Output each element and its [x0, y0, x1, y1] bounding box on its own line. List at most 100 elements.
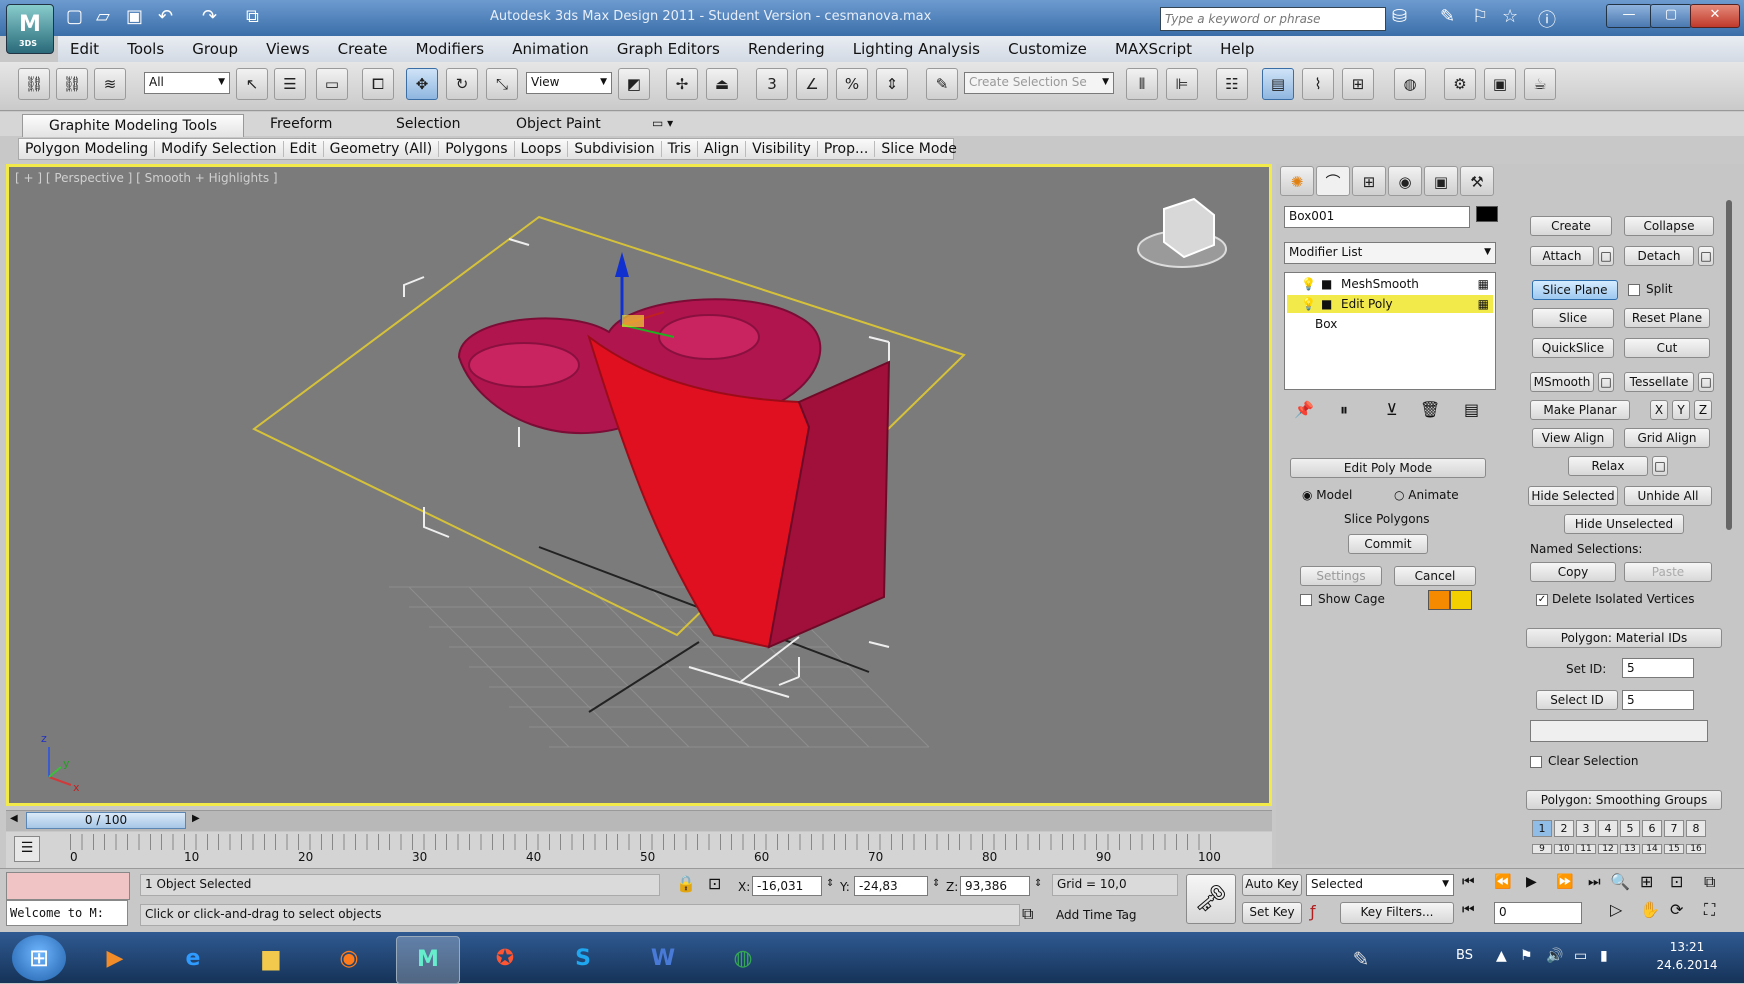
- media-player-icon[interactable]: ▶: [84, 936, 146, 982]
- smoothing-group-8[interactable]: 8: [1686, 820, 1706, 837]
- x-coord-input[interactable]: -16,031: [752, 876, 822, 896]
- skype-icon[interactable]: S: [552, 936, 614, 982]
- motion-tab-icon[interactable]: ◉: [1388, 166, 1422, 196]
- utilities-tab-icon[interactable]: ⚒: [1460, 166, 1494, 196]
- file-explorer-icon[interactable]: ▆: [240, 936, 302, 982]
- undo-icon[interactable]: ↶: [158, 6, 173, 27]
- field-of-view-icon[interactable]: ▷: [1610, 900, 1622, 919]
- track-bar-toggle-icon[interactable]: ☰: [14, 836, 40, 862]
- internet-explorer-icon[interactable]: e: [162, 936, 224, 982]
- create-button[interactable]: Create: [1530, 216, 1612, 236]
- ribbon-tab-freeform[interactable]: Freeform: [270, 116, 332, 132]
- auto-key-button[interactable]: Auto Key: [1242, 874, 1302, 896]
- zoom-icon[interactable]: 🔍: [1610, 872, 1630, 891]
- spinner-snap-icon[interactable]: ⇕: [876, 68, 908, 100]
- lightbulb-icon[interactable]: 💡: [1301, 275, 1316, 293]
- settings-button[interactable]: Settings: [1300, 566, 1382, 586]
- maximize-button[interactable]: ▢: [1650, 4, 1692, 28]
- maxscript-listener-output[interactable]: Welcome to M:: [6, 900, 128, 926]
- panel-loops[interactable]: Loops: [514, 141, 569, 157]
- render-setup-icon[interactable]: ⚙: [1444, 68, 1476, 100]
- lightbulb-icon[interactable]: 💡: [1301, 295, 1316, 313]
- smoothing-group-5[interactable]: 5: [1620, 820, 1640, 837]
- detach-settings-button[interactable]: □: [1698, 246, 1714, 266]
- menu-help[interactable]: Help: [1208, 36, 1266, 62]
- tablet-input-icon[interactable]: ✎: [1330, 936, 1392, 982]
- menu-group[interactable]: Group: [180, 36, 250, 62]
- relax-button[interactable]: Relax: [1568, 456, 1648, 476]
- communication-icon[interactable]: ✎: [1440, 6, 1455, 27]
- smoothing-group-7[interactable]: 7: [1664, 820, 1684, 837]
- menu-animation[interactable]: Animation: [500, 36, 600, 62]
- panel-properties[interactable]: Prop...: [817, 141, 876, 157]
- set-id-input[interactable]: 5: [1622, 658, 1694, 678]
- current-frame-input[interactable]: 0: [1494, 902, 1582, 924]
- smoothing-group-13[interactable]: 13: [1620, 844, 1640, 854]
- display-tab-icon[interactable]: ▣: [1424, 166, 1458, 196]
- bind-space-warp-icon[interactable]: ≋: [94, 68, 126, 100]
- subscription-icon[interactable]: ⚐: [1472, 6, 1488, 27]
- orbit-icon[interactable]: ⟳: [1670, 900, 1683, 919]
- favorites-star-icon[interactable]: ☆: [1502, 6, 1518, 27]
- slice-button[interactable]: Slice: [1532, 308, 1614, 328]
- edit-poly-mode-rollout[interactable]: Edit Poly Mode: [1290, 458, 1486, 478]
- menu-modifiers[interactable]: Modifiers: [404, 36, 496, 62]
- smoothing-group-14[interactable]: 14: [1642, 844, 1662, 854]
- app-taskbar-icon[interactable]: ✪: [474, 936, 536, 982]
- set-key-mode-button[interactable]: 🗝: [1186, 874, 1236, 924]
- configure-sets-icon[interactable]: ▤: [1464, 400, 1479, 419]
- msmooth-settings-button[interactable]: □: [1598, 372, 1614, 392]
- pin-stack-icon[interactable]: 📌: [1294, 400, 1314, 419]
- hierarchy-tab-icon[interactable]: ⊞: [1352, 166, 1386, 196]
- hide-selected-button[interactable]: Hide Selected: [1528, 486, 1618, 506]
- panel-polygon-modeling[interactable]: Polygon Modeling: [19, 141, 156, 157]
- rectangle-selection-icon[interactable]: ▭: [316, 68, 348, 100]
- menu-tools[interactable]: Tools: [115, 36, 176, 62]
- viewport-perspective[interactable]: [ + ] [ Perspective ] [ Smooth + Highlig…: [6, 164, 1272, 806]
- language-indicator[interactable]: BS: [1456, 948, 1473, 963]
- angle-snap-icon[interactable]: ∠: [796, 68, 828, 100]
- show-cage-checkbox[interactable]: [1300, 594, 1312, 606]
- go-to-start-icon[interactable]: ⏮: [1462, 874, 1475, 890]
- start-button[interactable]: ⊞: [12, 935, 66, 981]
- tessellate-button[interactable]: Tessellate: [1624, 372, 1694, 392]
- align-icon[interactable]: ⊫: [1166, 68, 1198, 100]
- panel-subdivision[interactable]: Subdivision: [568, 141, 662, 157]
- curve-editor-icon[interactable]: ⌇: [1302, 68, 1334, 100]
- new-file-icon[interactable]: ▢: [66, 6, 83, 27]
- next-frame-icon[interactable]: ⏩: [1556, 874, 1573, 890]
- select-and-scale-icon[interactable]: ⤡: [486, 68, 518, 100]
- pan-icon[interactable]: ✋: [1640, 900, 1660, 919]
- selection-lock-icon[interactable]: 🔒: [676, 874, 696, 893]
- menu-customize[interactable]: Customize: [996, 36, 1099, 62]
- key-mode-toggle-icon[interactable]: ⏮: [1462, 902, 1475, 918]
- snaps-toggle-icon[interactable]: 3: [756, 68, 788, 100]
- planar-y-button[interactable]: Y: [1672, 400, 1690, 420]
- cut-button[interactable]: Cut: [1624, 338, 1710, 358]
- smoothing-group-4[interactable]: 4: [1598, 820, 1618, 837]
- cancel-button[interactable]: Cancel: [1394, 566, 1476, 586]
- collapse-button[interactable]: Collapse: [1624, 216, 1714, 236]
- stack-toggle-icon[interactable]: ■: [1321, 295, 1332, 313]
- panel-tris[interactable]: Tris: [661, 141, 699, 157]
- paste-button[interactable]: Paste: [1624, 562, 1712, 582]
- add-time-tag-label[interactable]: Add Time Tag: [1056, 908, 1137, 922]
- panel-visibility[interactable]: Visibility: [746, 141, 818, 157]
- detach-button[interactable]: Detach: [1624, 246, 1694, 266]
- smoothing-group-1[interactable]: 1: [1532, 820, 1552, 837]
- smoothing-group-15[interactable]: 15: [1664, 844, 1684, 854]
- smoothing-groups-rollout[interactable]: Polygon: Smoothing Groups: [1526, 790, 1722, 810]
- material-editor-icon[interactable]: ◍: [1394, 68, 1426, 100]
- stack-item-edit-poly[interactable]: 💡 ■ Edit Poly ▦: [1287, 295, 1493, 313]
- stack-config-icon[interactable]: ▦: [1478, 295, 1489, 313]
- chrome-icon[interactable]: ◍: [712, 936, 774, 982]
- network-icon[interactable]: ▭: [1574, 948, 1587, 964]
- smoothing-group-3[interactable]: 3: [1576, 820, 1596, 837]
- model-radio[interactable]: ◉ Model: [1302, 488, 1352, 502]
- go-to-end-icon[interactable]: ⏭: [1588, 874, 1601, 890]
- unhide-all-button[interactable]: Unhide All: [1624, 486, 1712, 506]
- volume-icon[interactable]: 🔊: [1546, 948, 1563, 964]
- schematic-view-icon[interactable]: ⊞: [1342, 68, 1374, 100]
- ribbon-options-icon[interactable]: ▭ ▾: [652, 116, 673, 130]
- redo-icon[interactable]: ↷: [202, 6, 217, 27]
